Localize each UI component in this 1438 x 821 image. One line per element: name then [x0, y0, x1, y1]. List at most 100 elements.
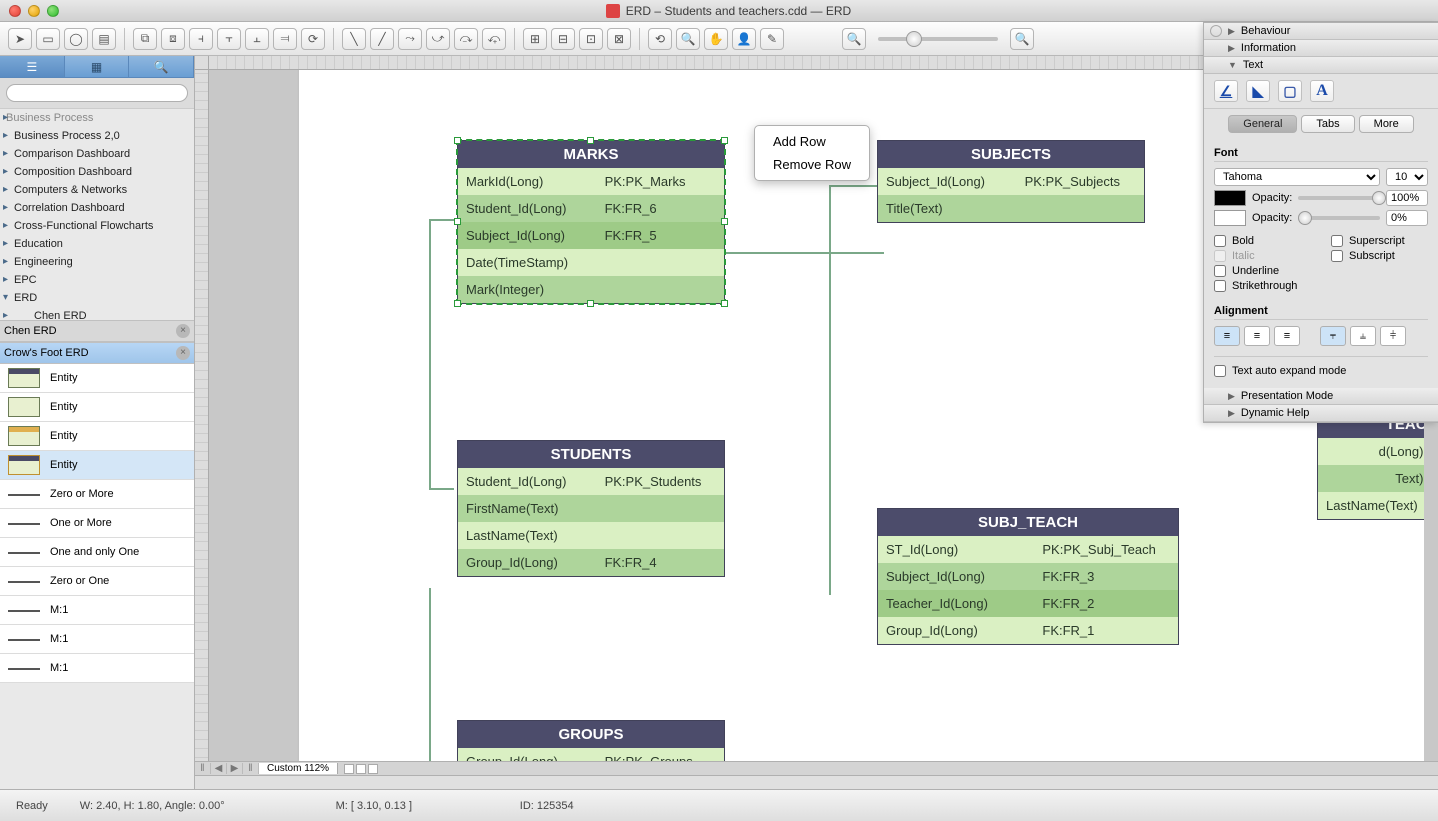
section-text[interactable]: ▼Text [1204, 57, 1438, 74]
stencil-item[interactable]: Entity [0, 364, 194, 393]
stencil-item[interactable]: M:1 [0, 625, 194, 654]
resize-handle[interactable] [454, 137, 461, 144]
connector-3[interactable]: ⤳ [398, 28, 422, 50]
horizontal-scrollbar[interactable] [195, 775, 1438, 789]
stencil-item[interactable]: One or More [0, 509, 194, 538]
menu-item-remove-row[interactable]: Remove Row [755, 153, 869, 176]
tree-item[interactable]: Comparison Dashboard [0, 145, 194, 163]
ellipse-tool[interactable]: ◯ [64, 28, 88, 50]
zoom-slider[interactable] [878, 37, 998, 41]
entity-groups[interactable]: GROUPS Group_Id(Long)PK:PK_Groups Name(T… [457, 720, 725, 761]
zoom-tool[interactable]: 🔍 [676, 28, 700, 50]
close-icon[interactable]: × [176, 324, 190, 338]
tree-item[interactable]: Cross-Functional Flowcharts [0, 217, 194, 235]
stencil-item[interactable]: Entity [0, 451, 194, 480]
align-right-tool[interactable]: ⫠ [245, 28, 269, 50]
bold-check[interactable] [1214, 235, 1226, 247]
entity-teachers[interactable]: TEACHERS d(Long)PK:PK_Te Text) LastName(… [1317, 410, 1424, 520]
brush-tool[interactable]: ✎ [760, 28, 784, 50]
stroke-opacity-slider[interactable] [1298, 216, 1380, 220]
entity-subjects[interactable]: SUBJECTS Subject_Id(Long)PK:PK_Subjects … [877, 140, 1145, 223]
subscript-check[interactable] [1331, 250, 1343, 262]
resize-handle[interactable] [454, 300, 461, 307]
font-family-select[interactable]: Tahoma [1214, 168, 1380, 186]
tree-item[interactable]: Engineering [0, 253, 194, 271]
tree-item[interactable]: Composition Dashboard [0, 163, 194, 181]
superscript-check[interactable] [1331, 235, 1343, 247]
fill-color-swatch[interactable] [1214, 190, 1246, 206]
connector-1[interactable]: ╲ [342, 28, 366, 50]
zoom-display[interactable]: Custom 112% [259, 763, 338, 774]
close-icon[interactable] [9, 5, 21, 17]
resize-handle[interactable] [721, 137, 728, 144]
font-icon[interactable]: A [1310, 80, 1334, 102]
nav-last[interactable]: ‖ [243, 763, 259, 774]
resize-handle[interactable] [721, 300, 728, 307]
font-size-select[interactable]: 10 [1386, 168, 1428, 186]
align-right[interactable]: ≡ [1274, 326, 1300, 346]
tree-item[interactable]: Correlation Dashboard [0, 199, 194, 217]
stencil-item[interactable]: One and only One [0, 538, 194, 567]
resize-handle[interactable] [721, 218, 728, 225]
connector-6[interactable]: ⤽ [482, 28, 506, 50]
stroke-opacity-field[interactable] [1386, 210, 1428, 226]
underline-check[interactable] [1214, 265, 1226, 277]
tree-item-truncated[interactable]: Business Process [0, 108, 194, 127]
tree-item[interactable]: Business Process 2,0 [0, 127, 194, 145]
valign-middle[interactable]: ⫨ [1350, 326, 1376, 346]
connector-4[interactable]: ⤻ [426, 28, 450, 50]
section-behaviour[interactable]: ▶Behaviour [1204, 23, 1438, 40]
distribute-tool[interactable]: ⫤ [273, 28, 297, 50]
pointer-tool[interactable]: ➤ [8, 28, 32, 50]
valign-bottom[interactable]: ⫩ [1380, 326, 1406, 346]
snap-tool-1[interactable]: ⊞ [523, 28, 547, 50]
sidebar-tab-search[interactable]: 🔍 [129, 56, 194, 77]
align-left-tool[interactable]: ⫞ [189, 28, 213, 50]
connector[interactable] [429, 219, 431, 489]
ungroup-tool[interactable]: ⧈ [161, 28, 185, 50]
tab-general[interactable]: General [1228, 115, 1297, 133]
strike-check[interactable] [1214, 280, 1226, 292]
sidebar-tab-tree[interactable]: ☰ [0, 56, 65, 77]
stencil-item[interactable]: M:1 [0, 596, 194, 625]
fill-opacity-slider[interactable]: .slider[style*="90%"]::after{left:90%} [1298, 196, 1380, 200]
connector-2[interactable]: ╱ [370, 28, 394, 50]
stencil-item[interactable]: Zero or More [0, 480, 194, 509]
stencil-item[interactable]: Entity [0, 393, 194, 422]
zoom-in[interactable]: 🔍 [1010, 28, 1034, 50]
connector[interactable] [429, 588, 431, 761]
group-tool[interactable]: ⧉ [133, 28, 157, 50]
connector[interactable] [429, 488, 454, 490]
maximize-icon[interactable] [47, 5, 59, 17]
stencil-item[interactable]: M:1 [0, 654, 194, 683]
nav-next[interactable]: ▶ [227, 763, 243, 774]
tab-more[interactable]: More [1359, 115, 1414, 133]
text-tool[interactable]: ▤ [92, 28, 116, 50]
close-icon[interactable]: × [176, 346, 190, 360]
connector[interactable] [829, 185, 879, 187]
connector[interactable] [429, 219, 454, 221]
refresh-tool[interactable]: ⟲ [648, 28, 672, 50]
align-center[interactable]: ≡ [1244, 326, 1270, 346]
grid-icon[interactable] [368, 764, 378, 774]
tree-item[interactable]: Computers & Networks [0, 181, 194, 199]
entity-marks[interactable]: MARKS MarkId(Long)PK:PK_Marks Student_Id… [457, 140, 725, 304]
highlight-icon[interactable]: ◣ [1246, 80, 1270, 102]
nav-prev[interactable]: ◀ [211, 763, 227, 774]
stroke-color-swatch[interactable] [1214, 210, 1246, 226]
vertical-ruler[interactable] [195, 70, 209, 775]
grid-icon[interactable] [344, 764, 354, 774]
rotate-tool[interactable]: ⟳ [301, 28, 325, 50]
underline-color-icon[interactable]: ∠ [1214, 80, 1238, 102]
stencil-item[interactable]: Zero or One [0, 567, 194, 596]
resize-handle[interactable] [587, 300, 594, 307]
tree-item-erd[interactable]: ERD [0, 289, 194, 307]
snap-tool-3[interactable]: ⊡ [579, 28, 603, 50]
tree-child[interactable]: Chen ERD [0, 307, 194, 320]
section-dynamic-help[interactable]: ▶Dynamic Help [1204, 405, 1438, 422]
minimize-icon[interactable] [28, 5, 40, 17]
menu-item-add-row[interactable]: Add Row [755, 130, 869, 153]
connector-5[interactable]: ⤼ [454, 28, 478, 50]
snap-tool-2[interactable]: ⊟ [551, 28, 575, 50]
fill-opacity-field[interactable] [1386, 190, 1428, 206]
